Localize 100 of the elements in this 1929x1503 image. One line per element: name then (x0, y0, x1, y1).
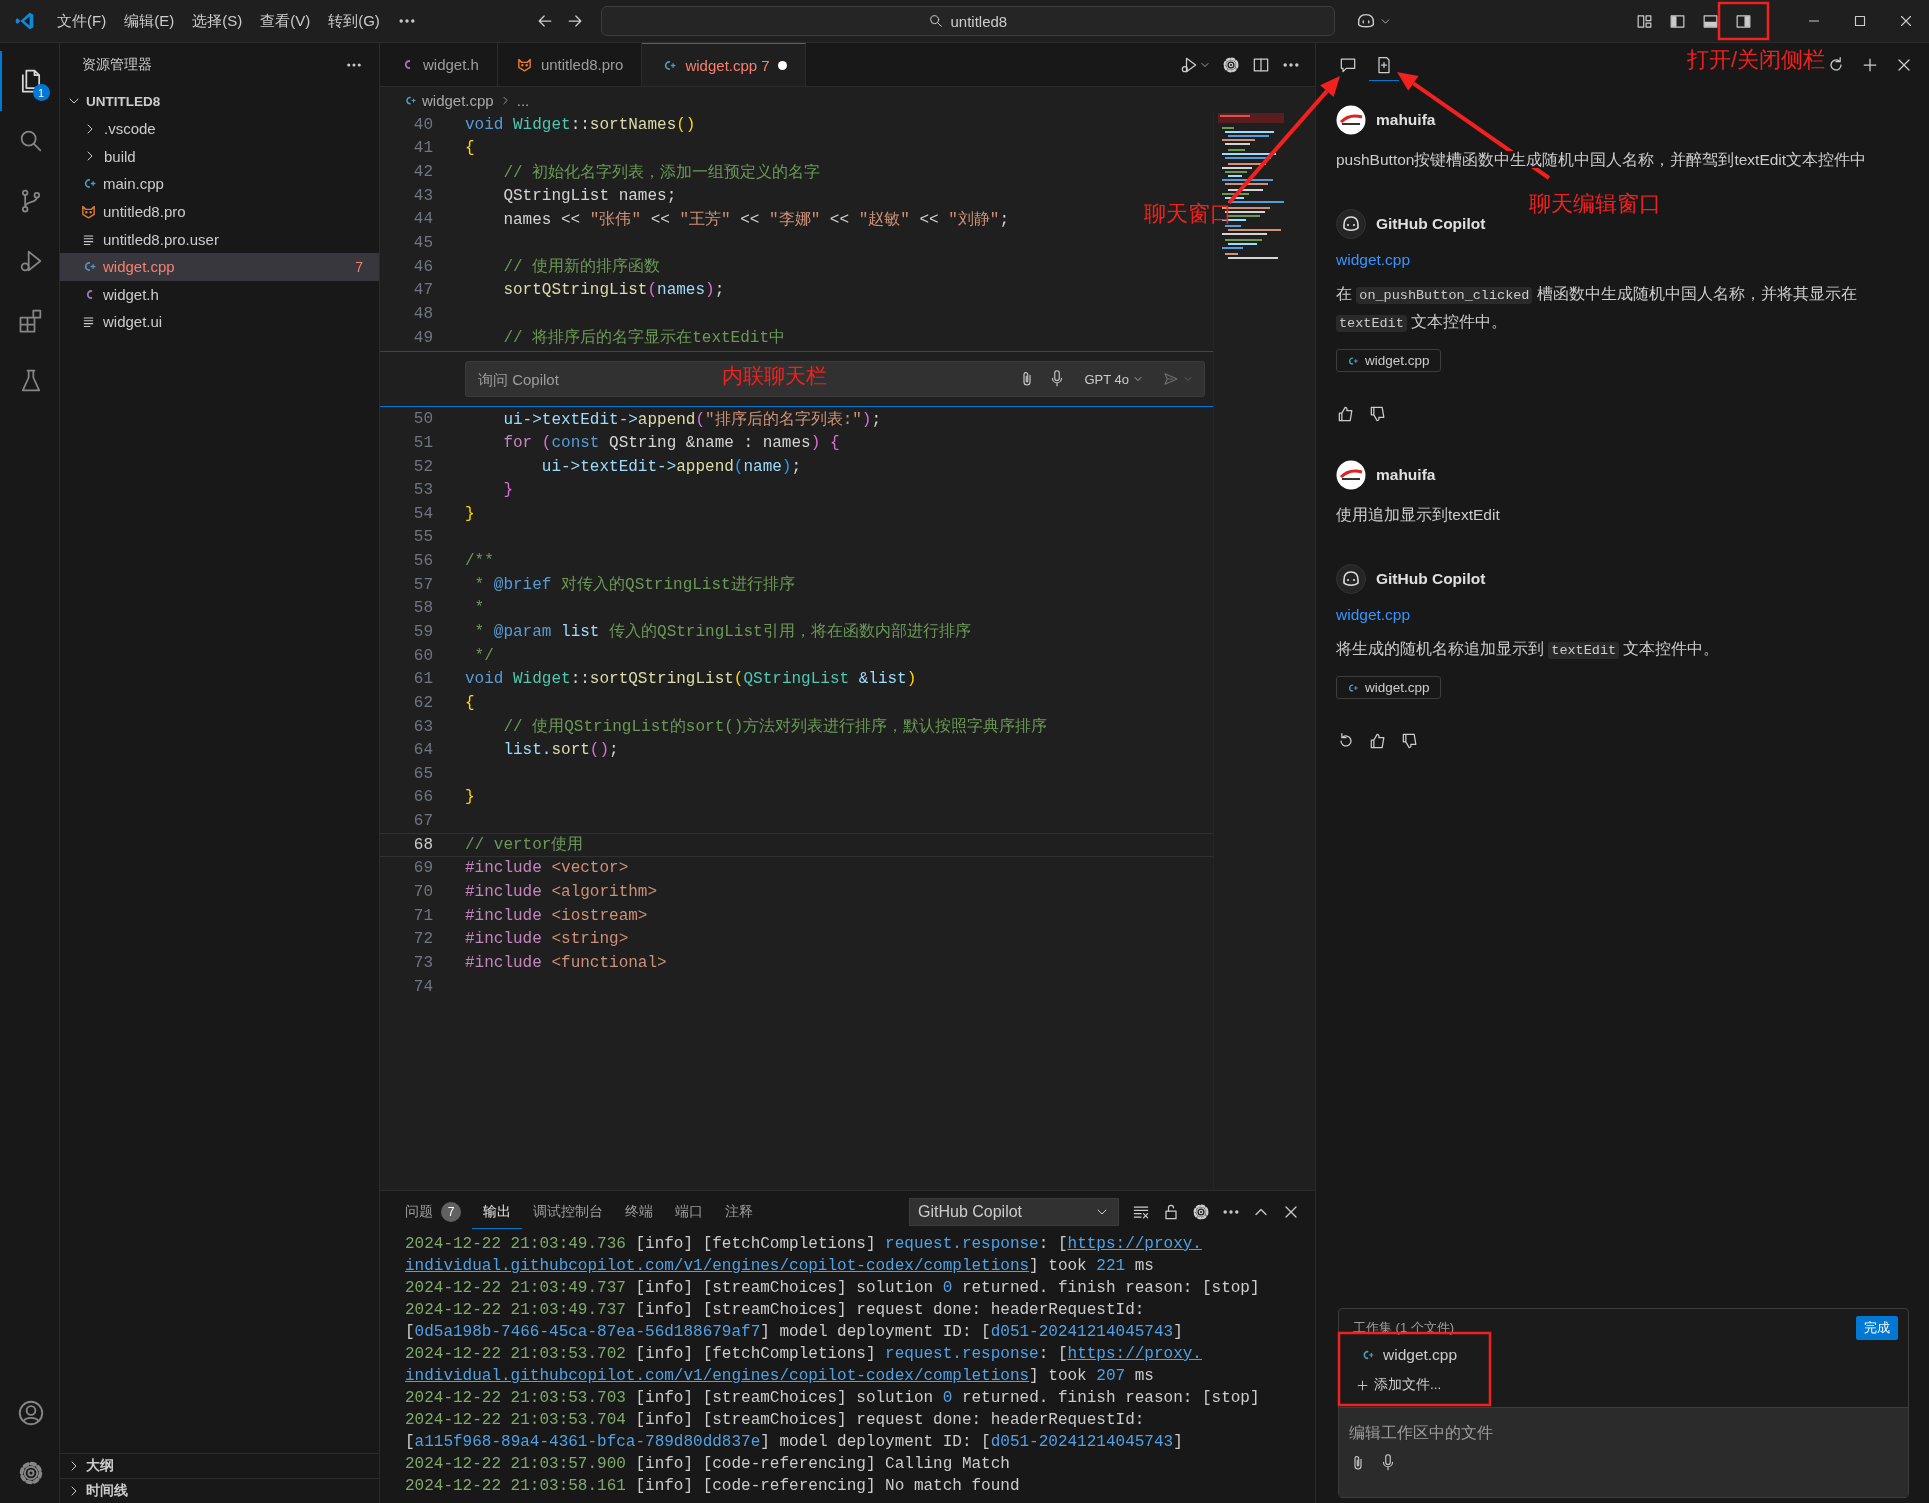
done-button[interactable]: 完成 (1856, 1316, 1898, 1340)
panel-tab[interactable]: 终端 (614, 1195, 664, 1229)
breadcrumb-item[interactable]: widget.cpp (422, 91, 494, 109)
author-name: mahuifa (1376, 466, 1436, 484)
file-tree-item[interactable]: .vscode (60, 115, 379, 143)
author-name: GitHub Copilot (1376, 570, 1486, 588)
output-line: 2024-12-22 21:03:53.704 [info] [streamChoices] request done: headerRequestId: (405, 1410, 1146, 1431)
cat-file-icon (515, 56, 533, 73)
channel-dropdown[interactable]: GitHub Copilot (909, 1198, 1119, 1226)
notification-badge: 1 (32, 84, 50, 101)
code-line: #include <functional> (465, 953, 667, 972)
code-line: // vertor使用 (465, 835, 584, 856)
breadcrumb-item[interactable]: ... (516, 91, 530, 109)
panel-tab[interactable]: 端口 (664, 1195, 714, 1229)
menu-item[interactable]: 编辑(E) (115, 7, 184, 35)
panel-tab[interactable]: 问题 7 (394, 1194, 472, 1230)
problem-count: 7 (355, 258, 363, 275)
model-dropdown[interactable]: GPT 4o (1078, 370, 1150, 388)
panel-header[interactable]: 时间线 (60, 1478, 379, 1503)
panel-tab[interactable]: 注释 (714, 1195, 764, 1229)
line-number: 63 (412, 717, 433, 736)
file-tree-item[interactable]: main.cpp (60, 170, 379, 198)
chat-input[interactable]: 编辑工作区中的文件 (1349, 1420, 1898, 1446)
annotation-label: 内联聊天栏 (722, 363, 827, 389)
file-tree-item[interactable]: widget.cpp 7 (60, 252, 379, 281)
section-header[interactable]: UNTITLED8 (60, 87, 379, 115)
code-line: } (502, 481, 513, 500)
code-line: // 将排序后的名字显示在textEdit中 (502, 327, 786, 349)
working-set-file[interactable]: widget.cpp (1339, 1339, 1478, 1371)
author-name: GitHub Copilot (1376, 215, 1486, 233)
line-number: 40 (412, 115, 433, 134)
message-text: 将生成的随机名称追加显示到 textEdit 文本控件中。 (1336, 639, 1721, 661)
line-number: 60 (412, 646, 433, 665)
code-line: sortQStringList(names); (502, 281, 725, 300)
line-number: 50 (412, 410, 433, 429)
line-number: 61 (412, 670, 433, 689)
search-icon (928, 13, 945, 29)
code-line: list.sort(); (502, 741, 619, 760)
file-tree-item[interactable]: untitled8.pro (60, 197, 379, 226)
line-number: 70 (412, 883, 433, 902)
file-link[interactable]: widget.cpp (1336, 606, 1411, 624)
output-line: 2024-12-22 21:03:57.900 [info] [code-referencing] Calling Match (405, 1454, 1011, 1475)
code-line: #include <iostream> (465, 906, 648, 925)
output-line: 2024-12-22 21:03:49.736 [info] [fetchCompletions] request.response: [https://proxy. (405, 1234, 1203, 1255)
output-line: [a115f968-89a4-4361-bfca-789d80dd837e] model deployment ID: [d051-20241214045743] (405, 1432, 1184, 1453)
file-link[interactable]: widget.cpp (1336, 251, 1411, 269)
panel-header[interactable]: 大纲 (60, 1453, 379, 1478)
line-number: 74 (412, 977, 433, 996)
copilot-avatar-icon (1336, 564, 1366, 594)
file-tree-item[interactable]: untitled8.pro.user (60, 225, 379, 253)
output-line: 2024-12-22 21:03:49.737 [info] [streamChoices] request done: headerRequestId: (405, 1300, 1146, 1321)
output-line: individual.githubcopilot.com/v1/engines/copilot-codex/completions] took 207 ms (405, 1366, 1155, 1387)
code-line: { (465, 139, 475, 158)
code-line: } (465, 504, 475, 523)
line-number: 49 (412, 328, 433, 347)
menu-item[interactable]: 文件(F) (48, 7, 116, 35)
line-number: 72 (412, 930, 433, 949)
file-tree-item[interactable]: build (60, 142, 379, 171)
code-line: ui->textEdit->append("排序后的名字列表:"); (502, 409, 882, 430)
panel-tab[interactable]: 调试控制台 (522, 1195, 614, 1229)
code-line: names << "张伟" << "王芳" << "李娜" << "赵敏" << "刘静"; (502, 209, 1010, 230)
panel-tab[interactable]: 输出 (472, 1195, 522, 1229)
line-number: 52 (412, 457, 433, 476)
chat-input[interactable]: 询问 Copilot (476, 369, 696, 389)
file-chip[interactable]: widget.cpp (1336, 349, 1441, 372)
line-number: 62 (412, 693, 433, 712)
chat-input-field[interactable]: 编辑工作区中的文件 (1339, 1407, 1908, 1497)
count-badge: 7 (441, 1202, 461, 1222)
code-line: // 初始化名字列表，添加一组预定义的名字 (502, 162, 821, 183)
plus-icon (1355, 1377, 1370, 1393)
file-chip[interactable]: widget.cpp (1336, 676, 1441, 699)
code-line: for (const QString &name : names) { (502, 433, 840, 452)
code-line: { (465, 693, 475, 712)
avatar-icon (1336, 460, 1366, 490)
highlight-box (1717, 1, 1770, 41)
file-tree-item[interactable]: widget.ui (60, 308, 379, 336)
editor-tab[interactable]: widget.cpp 7 (642, 43, 806, 86)
line-number: 44 (412, 210, 433, 229)
settings-icon[interactable] (1191, 1202, 1211, 1222)
line-number: 46 (412, 257, 433, 276)
line-number: 51 (412, 433, 433, 452)
code-line: /** (465, 552, 494, 571)
line-number: 41 (412, 139, 433, 158)
line-number: 53 (412, 481, 433, 500)
output-line: individual.githubcopilot.com/v1/engines/copilot-codex/completions] took 221 ms (405, 1256, 1155, 1277)
avatar-icon (1336, 105, 1366, 135)
add-files-button[interactable]: 添加文件... (1339, 1371, 1458, 1407)
command-search-field[interactable]: untitled8 (600, 6, 1335, 36)
menu-item[interactable]: 转到(G) (319, 7, 389, 35)
line-number: 67 (412, 812, 433, 831)
line-number: 47 (412, 281, 433, 300)
app-logo-icon (14, 10, 36, 32)
line-number: 69 (412, 859, 433, 878)
menu-item[interactable]: 查看(V) (251, 7, 320, 35)
menu-item[interactable]: 选择(S) (183, 7, 252, 35)
line-number: 55 (412, 528, 433, 547)
file-tree-item[interactable]: widget.h (60, 280, 379, 309)
code-line: void Widget::sortQStringList(QStringList &list) (465, 670, 917, 689)
copilot-avatar-icon (1336, 209, 1366, 239)
code-line: void Widget::sortNames() (465, 115, 696, 134)
